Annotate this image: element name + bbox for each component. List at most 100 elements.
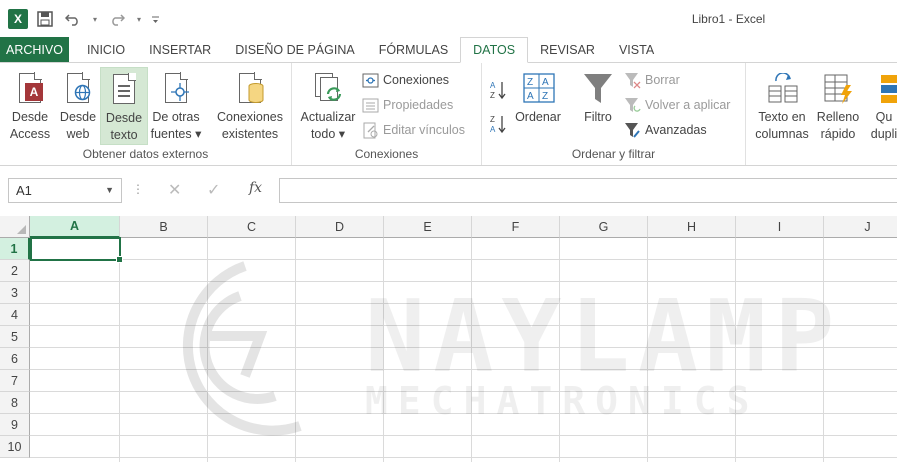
- column-header-a[interactable]: A: [30, 216, 120, 238]
- tab-revisar[interactable]: REVISAR: [528, 37, 607, 63]
- texto-en-columnas-button[interactable]: Texto en columnas: [750, 67, 814, 145]
- column-gridline: [823, 238, 824, 462]
- borrar-button[interactable]: Borrar: [624, 69, 680, 91]
- column-gridline: [295, 238, 296, 462]
- group-ordenar-y-filtrar: AZ ZA ZAAZ Ordenar Filtro Borrar Volver …: [482, 63, 746, 165]
- select-all-button[interactable]: [0, 216, 30, 238]
- access-icon: A: [13, 71, 47, 109]
- row-header-3[interactable]: 3: [0, 282, 30, 304]
- svg-text:Z: Z: [490, 91, 495, 100]
- tab-archivo[interactable]: ARCHIVO: [0, 37, 69, 63]
- column-header-b[interactable]: B: [120, 216, 208, 238]
- row-header-6[interactable]: 6: [0, 348, 30, 370]
- row-header-5[interactable]: 5: [0, 326, 30, 348]
- svg-text:Z: Z: [490, 115, 495, 124]
- column-header-f[interactable]: F: [472, 216, 560, 238]
- column-header-g[interactable]: G: [560, 216, 648, 238]
- cell-area[interactable]: [30, 238, 897, 462]
- ordenar-button[interactable]: ZAAZ Ordenar: [510, 67, 566, 145]
- conexiones-existentes-button[interactable]: Conexiones existentes: [212, 67, 288, 145]
- active-cell-selection[interactable]: [30, 237, 123, 263]
- row-gridline: [30, 435, 897, 436]
- conexiones-button[interactable]: Conexiones: [362, 69, 449, 91]
- row-gridline: [30, 369, 897, 370]
- row-gridline: [30, 457, 897, 458]
- filter-funnel-icon: [581, 71, 615, 109]
- other-sources-icon: [159, 71, 193, 109]
- propiedades-button[interactable]: Propiedades: [362, 94, 453, 116]
- column-header-c[interactable]: C: [208, 216, 296, 238]
- row-gridline: [30, 259, 897, 260]
- insert-function-icon[interactable]: fx: [249, 180, 262, 196]
- column-gridline: [559, 238, 560, 462]
- worksheet-grid: ABCDEFGHIJ 1 2 3 4 5 6 7 8 9 10: [0, 216, 897, 462]
- ribbon: A Desde Access Desde web Desde texto De …: [0, 62, 897, 166]
- tab-datos[interactable]: DATOS: [460, 37, 529, 63]
- row-header-2[interactable]: 2: [0, 260, 30, 282]
- row-header-4[interactable]: 4: [0, 304, 30, 326]
- column-gridline: [735, 238, 736, 462]
- tab-insertar[interactable]: INSERTAR: [137, 37, 223, 63]
- row-gridline: [30, 391, 897, 392]
- row-gridline: [30, 303, 897, 304]
- column-header-j[interactable]: J: [824, 216, 897, 238]
- sort-za-icon: ZA: [490, 114, 507, 134]
- desde-texto-button[interactable]: Desde texto: [100, 67, 148, 145]
- sort-az-icon: AZ: [490, 80, 507, 100]
- volver-a-aplicar-button[interactable]: Volver a aplicar: [624, 94, 730, 116]
- desde-access-button[interactable]: A Desde Access: [6, 67, 54, 145]
- group-label-obtener: Obtener datos externos: [82, 147, 209, 161]
- row-gridline: [30, 281, 897, 282]
- edit-links-icon: [362, 122, 379, 139]
- svg-text:A: A: [542, 77, 549, 88]
- filtro-button[interactable]: Filtro: [574, 67, 622, 145]
- refresh-all-icon: [311, 71, 345, 109]
- row-gridline: [30, 413, 897, 414]
- window-title: Libro1 - Excel: [691, 12, 766, 26]
- name-box-dropdown-icon[interactable]: ▼: [105, 185, 114, 195]
- relleno-rapido-button[interactable]: Relleno rápido: [814, 67, 862, 145]
- column-header-e[interactable]: E: [384, 216, 472, 238]
- cancel-icon[interactable]: ✕: [168, 180, 181, 200]
- formula-bar-grip-icon[interactable]: ⋮: [132, 182, 144, 196]
- editar-vinculos-button[interactable]: Editar vínculos: [362, 119, 465, 141]
- de-otras-fuentes-button[interactable]: De otras fuentes ▾: [148, 67, 204, 145]
- row-header-7[interactable]: 7: [0, 370, 30, 392]
- tab-vista[interactable]: VISTA: [607, 37, 666, 63]
- column-header-i[interactable]: I: [736, 216, 824, 238]
- sort-z-to-a-button[interactable]: ZA: [490, 111, 507, 134]
- properties-icon: [362, 97, 379, 114]
- web-globe-icon: [61, 71, 95, 109]
- row-header-10[interactable]: 10: [0, 436, 30, 458]
- avanzadas-button[interactable]: Avanzadas: [624, 119, 707, 141]
- formula-input[interactable]: [279, 178, 897, 203]
- tab-diseno-de-pagina[interactable]: DISEÑO DE PÁGINA: [223, 37, 366, 63]
- column-header-h[interactable]: H: [648, 216, 736, 238]
- column-gridline: [383, 238, 384, 462]
- column-gridline: [207, 238, 208, 462]
- enter-checkmark-icon[interactable]: ✓: [207, 180, 220, 200]
- row-header-8[interactable]: 8: [0, 392, 30, 414]
- name-box[interactable]: A1 ▼: [8, 178, 122, 203]
- tab-formulas[interactable]: FÓRMULAS: [367, 37, 460, 63]
- advanced-filter-icon: [624, 122, 641, 139]
- group-obtener-datos-externos: A Desde Access Desde web Desde texto De …: [0, 63, 292, 165]
- column-header-d[interactable]: D: [296, 216, 384, 238]
- row-header-9[interactable]: 9: [0, 414, 30, 436]
- actualizar-todo-button[interactable]: Actualizar todo ▾: [296, 67, 360, 145]
- sort-a-to-z-button[interactable]: AZ: [490, 77, 507, 100]
- flash-fill-icon: [821, 71, 855, 109]
- row-gridline: [30, 347, 897, 348]
- row-header-1[interactable]: 1: [0, 238, 30, 260]
- desde-web-button[interactable]: Desde web: [56, 67, 100, 145]
- tab-inicio[interactable]: INICIO: [75, 37, 137, 63]
- connections-icon: [362, 72, 379, 89]
- sort-dialog-icon: ZAAZ: [521, 71, 555, 109]
- quitar-duplicados-button[interactable]: Qu dupli: [864, 67, 897, 145]
- reapply-filter-icon: [624, 97, 641, 114]
- svg-text:Z: Z: [527, 77, 533, 88]
- column-gridline: [647, 238, 648, 462]
- column-gridline: [471, 238, 472, 462]
- formula-bar: A1 ▼ ⋮ ✕ ✓ fx: [0, 166, 897, 216]
- svg-text:A: A: [490, 81, 496, 90]
